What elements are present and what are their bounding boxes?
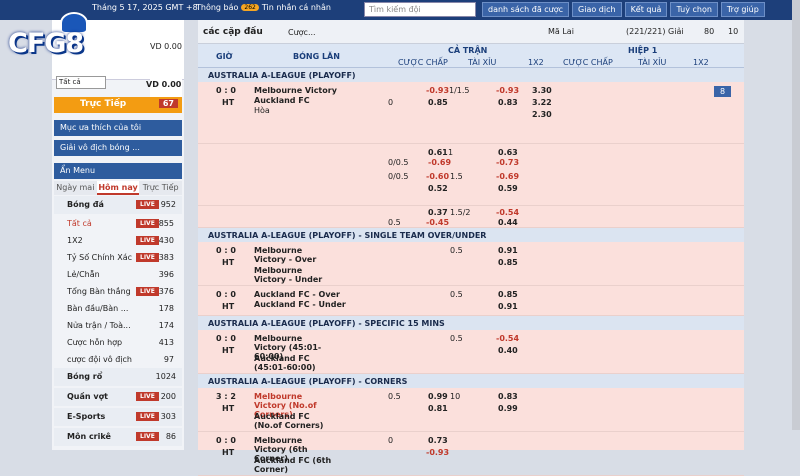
odds-format-select[interactable]: Mã Lai: [548, 27, 574, 36]
balance-main: VD 0.00: [150, 42, 182, 102]
sub-outright[interactable]: cược đội vô địch 97: [54, 351, 182, 368]
sport-football[interactable]: Bóng đá LIVE 952: [54, 196, 182, 214]
tab-today[interactable]: Hôm nay: [96, 181, 140, 195]
day-tabs: Ngày mai Hôm nay Trực Tiếp: [54, 181, 183, 195]
table-toolbar: các cặp đấu Cược... Mã Lai (221/221) Giả…: [198, 20, 744, 44]
live-count: 67: [158, 99, 178, 108]
sub-correct-score[interactable]: Tỷ Số Chính Xác LIVE 383: [54, 249, 182, 266]
tournament-button[interactable]: Giải vô địch bóng ...: [54, 140, 182, 156]
match-row[interactable]: 0 : 0 HT Melbourne Victory Auckland FC H…: [198, 82, 744, 144]
tab-tomorrow[interactable]: Ngày mai: [54, 181, 97, 195]
count-10: 10: [728, 27, 739, 36]
bet-list-button[interactable]: danh sách đã cược: [482, 2, 570, 17]
sub-odd-even[interactable]: Lẻ/Chẵn 396: [54, 266, 182, 283]
match-row[interactable]: 3 : 2 HT Melbourne Victory (No.of Corners…: [198, 388, 744, 432]
messages-link[interactable]: Tin nhắn cá nhân: [262, 3, 331, 12]
matches-title: các cặp đấu: [203, 27, 263, 37]
search-input[interactable]: Tìm kiếm đội: [364, 2, 476, 17]
tab-live[interactable]: Trực Tiếp: [139, 181, 183, 195]
more-markets-button[interactable]: 8: [714, 86, 732, 97]
hide-menu-button[interactable]: Ẩn Menu: [54, 163, 182, 179]
sport-tennis[interactable]: Quần vợt LIVE 200: [54, 388, 182, 406]
match-row[interactable]: 0 : 0 HT Melbourne Victory (6th Corner) A…: [198, 432, 744, 476]
help-button[interactable]: Trợ giúp: [720, 2, 765, 17]
scrollbar[interactable]: [792, 0, 800, 430]
live-button[interactable]: Trực Tiếp 67: [54, 97, 182, 113]
odds-table: các cặp đấu Cược... Mã Lai (221/221) Giả…: [198, 20, 744, 476]
logo: CFG8: [2, 10, 142, 84]
notice-count: 262: [241, 4, 259, 11]
logo-text: CFG8: [8, 28, 84, 59]
bet-type-select[interactable]: Cược...: [288, 28, 316, 37]
options-button[interactable]: Tuỳ chọn: [670, 2, 718, 17]
results-button[interactable]: Kết quả: [624, 2, 668, 17]
match-row[interactable]: 0 : 0 HT Melbourne Victory (45:01-60:00) …: [198, 330, 744, 374]
sub-total-goals[interactable]: Tổng Bàn thắng LIVE 376: [54, 283, 182, 300]
sport-cricket[interactable]: Môn crikê LIVE 86: [54, 428, 182, 446]
notice-link[interactable]: Thông báo 262 Tin nhắn cá nhân: [196, 3, 331, 12]
sub-first-last[interactable]: Bàn đầu/Bàn ... 178: [54, 300, 182, 317]
sport-esports[interactable]: E-Sports LIVE 303: [54, 408, 182, 426]
table-header: GIỜ BÓNG LĂN CẢ TRẬN HIỆP 1 CƯỢC CHẤP TÀ…: [198, 44, 744, 68]
balance-secondary: VD 0.00: [146, 80, 182, 89]
match-row[interactable]: 0 : 0 HT Melbourne Victory - Over Melbour…: [198, 242, 744, 286]
sub-1x2[interactable]: 1X2 LIVE 430: [54, 232, 182, 249]
transactions-button[interactable]: Giao dịch: [572, 2, 622, 17]
league-count[interactable]: (221/221) Giải: [626, 27, 684, 36]
favorites-button[interactable]: Mục ưa thích của tôi: [54, 120, 182, 136]
sub-parlay[interactable]: Cược hỗn hợp 413: [54, 334, 182, 351]
league-header: AUSTRALIA A-LEAGUE (PLAYOFF) - SINGLE TE…: [198, 228, 744, 242]
sub-half-full[interactable]: Nửa trận / Toà... 174: [54, 317, 182, 334]
sport-basketball[interactable]: Bóng rổ 1024: [54, 368, 182, 386]
league-header: AUSTRALIA A-LEAGUE (PLAYOFF) - SPECIFIC …: [198, 316, 744, 330]
match-row[interactable]: 0 : 0 HT Auckland FC - Over Auckland FC -…: [198, 286, 744, 316]
league-header: AUSTRALIA A-LEAGUE (PLAYOFF): [198, 68, 744, 82]
count-80: 80: [704, 27, 715, 36]
sub-all[interactable]: Tất cả LIVE 855: [54, 215, 182, 232]
league-header: AUSTRALIA A-LEAGUE (PLAYOFF) - CORNERS: [198, 374, 744, 388]
